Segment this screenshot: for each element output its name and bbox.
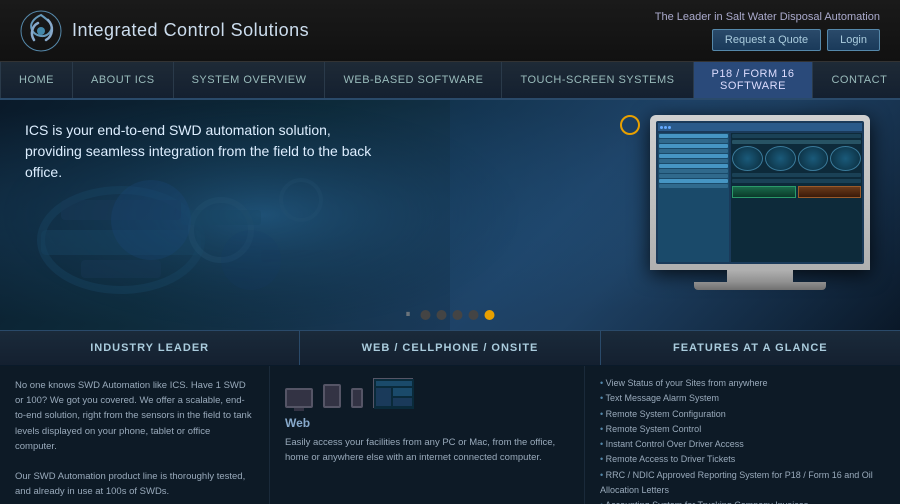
features-list: View Status of your Sites from anywhere … [600,376,885,504]
monitor-stand [727,270,793,282]
feature-item-2: Text Message Alarm System [600,391,885,406]
nav-item-about[interactable]: ABOUT ICS [73,62,174,98]
slider-dot-5[interactable] [485,310,495,320]
web-desc: Easily access your facilities from any P… [285,435,569,465]
col-features: View Status of your Sites from anywhere … [585,366,900,504]
feature-item-7: RRC / NDIC Approved Reporting System for… [600,468,885,499]
tagline: The Leader in Salt Water Disposal Automa… [655,11,880,23]
web-device-icons [285,378,569,408]
logo-text: Integrated Control Solutions [72,20,309,41]
slider-dot-2[interactable] [437,310,447,320]
feature-industry: INDUSTRY LEADER [0,331,300,365]
monitor-screen [656,121,864,264]
header: Integrated Control Solutions The Leader … [0,0,900,62]
feature-glance: FEATURES AT A GLANCE [601,331,900,365]
col-industry: No one knows SWD Automation like ICS. Ha… [0,366,270,504]
monitor-base [694,282,826,290]
nav-item-web[interactable]: WEB-BASED SOFTWARE [325,62,502,98]
device-monitor-icon [285,388,313,408]
slider-dot-3[interactable] [453,310,463,320]
request-quote-button[interactable]: Request a Quote [712,29,821,51]
screen-sidebar [658,133,729,262]
feature-item-8: Accounting System for Trucking Company I… [600,498,885,504]
slider-dot-4[interactable] [469,310,479,320]
features-row: INDUSTRY LEADER WEB / CELLPHONE / ONSITE… [0,330,900,366]
device-tablet-icon [323,384,341,408]
screen-content [658,133,862,262]
login-button[interactable]: Login [827,29,880,51]
feature-item-1: View Status of your Sites from anywhere [600,376,885,391]
screen-main [731,133,862,262]
feature-web: WEB / CELLPHONE / ONSITE [300,331,600,365]
hero-heading: ICS is your end-to-end SWD automation so… [25,120,385,183]
logo-icon [20,10,62,52]
nav: HOME ABOUT ICS SYSTEM OVERVIEW WEB-BASED… [0,62,900,100]
screen-toolbar [658,123,862,131]
slider-dot-1[interactable] [421,310,431,320]
nav-item-contact[interactable]: CONTACT [813,62,900,98]
slider-pause-button[interactable]: ⏸ [406,309,411,320]
feature-item-5: Instant Control Over Driver Access [600,437,885,452]
header-right: The Leader in Salt Water Disposal Automa… [655,11,880,51]
feature-item-4: Remote System Control [600,422,885,437]
slider-controls: ⏸ [406,309,495,320]
industry-p2: Our SWD Automation product line is thoro… [15,469,254,499]
industry-p1: No one knows SWD Automation like ICS. Ha… [15,378,254,454]
hero-text: ICS is your end-to-end SWD automation so… [25,120,385,183]
web-screenshot [373,378,413,408]
hero-section: ICS is your end-to-end SWD automation so… [0,100,900,330]
nav-item-p18[interactable]: P18 / FORM 16SOFTWARE [694,62,814,98]
header-buttons: Request a Quote Login [655,29,880,51]
feature-item-3: Remote System Configuration [600,407,885,422]
col-web: Web Easily access your facilities from a… [270,366,585,504]
nav-item-touch[interactable]: TOUCH-SCREEN SYSTEMS [502,62,693,98]
feature-item-6: Remote Access to Driver Tickets [600,452,885,467]
web-label: Web [285,416,569,430]
nav-item-system[interactable]: SYSTEM OVERVIEW [174,62,326,98]
content-area: No one knows SWD Automation like ICS. Ha… [0,366,900,504]
logo-area: Integrated Control Solutions [20,10,309,52]
device-phone-icon [351,388,363,408]
nav-item-home[interactable]: HOME [0,62,73,98]
monitor-body [650,115,870,270]
hero-monitor [650,115,870,305]
hero-circle-decoration [620,115,640,135]
